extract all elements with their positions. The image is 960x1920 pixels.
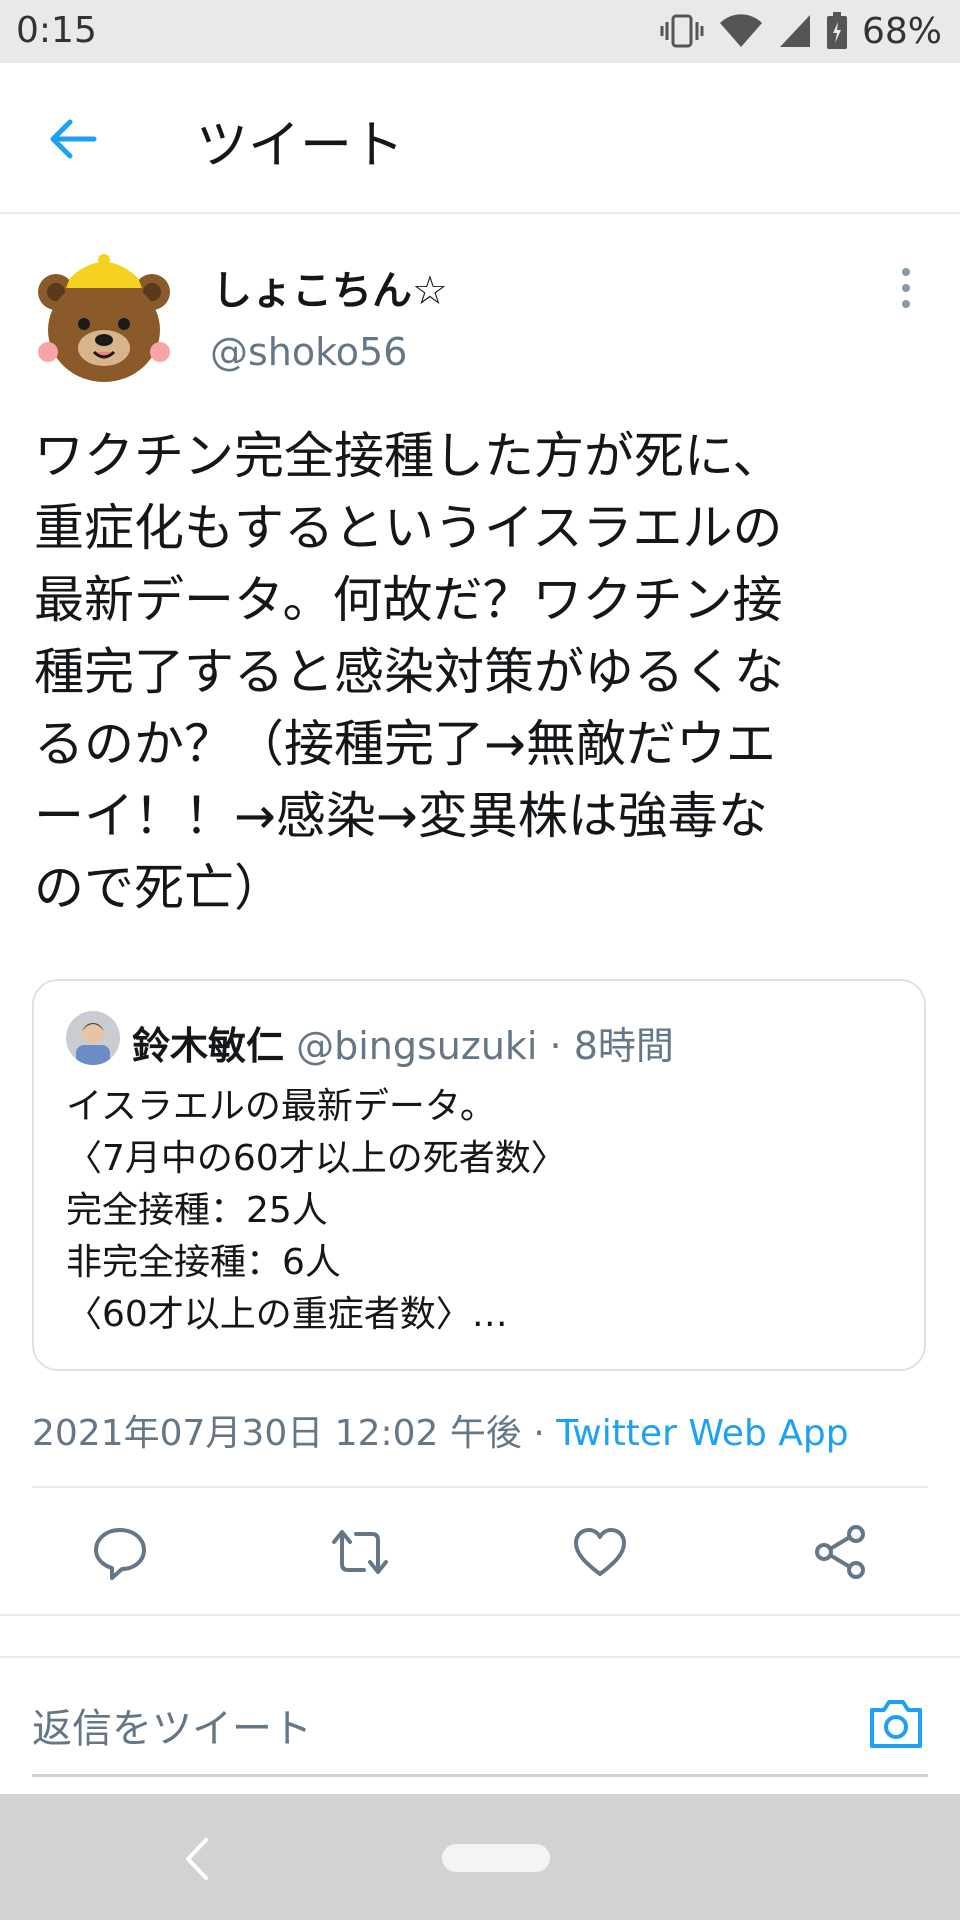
- tweet-actions: [0, 1490, 960, 1610]
- metadata-separator: ·: [521, 1413, 557, 1454]
- divider: [32, 1486, 928, 1488]
- tweet-text: ワクチン完全接種した方が死に、 重症化もするというイスラエルの 最新データ。何故…: [34, 427, 784, 917]
- page-title: ツイート: [196, 116, 405, 176]
- quoted-author-handle: @bingsuzuki: [296, 1024, 538, 1068]
- wifi-icon: [719, 14, 762, 47]
- quoted-tweet-card[interactable]: 鈴木敏仁 @bingsuzuki · 8時間 イスラエルの最新データ。 〈7月中…: [32, 979, 926, 1371]
- share-icon[interactable]: [810, 1522, 870, 1582]
- battery-icon: [826, 12, 847, 49]
- system-navigation-bar: [0, 1794, 960, 1920]
- divider: [0, 1614, 960, 1616]
- quoted-tweet-text: イスラエルの最新データ。 〈7月中の60才以上の死者数〉 完全接種：25人 非完…: [66, 1086, 567, 1335]
- status-bar: 0:15 68%: [0, 0, 960, 63]
- header: ツイート: [0, 63, 960, 214]
- quoted-time: 8時間: [573, 1024, 674, 1068]
- author-avatar[interactable]: [34, 248, 174, 388]
- signal-icon: [779, 15, 810, 47]
- camera-icon[interactable]: [866, 1694, 926, 1752]
- source-app-link[interactable]: Twitter Web App: [556, 1413, 848, 1454]
- quoted-author-name: 鈴木敏仁: [132, 1024, 285, 1068]
- vibrate-icon: [660, 14, 704, 48]
- like-heart-icon[interactable]: [570, 1522, 630, 1582]
- author-handle[interactable]: @shoko56: [210, 330, 407, 374]
- retweet-icon[interactable]: [330, 1522, 390, 1582]
- nav-home-pill[interactable]: [442, 1844, 550, 1872]
- quoted-author-avatar: [66, 1011, 120, 1065]
- tweet-metadata: 2021年07月30日 12:02 午後 · Twitter Web App: [32, 1404, 849, 1456]
- author-display-name[interactable]: しょこちん☆: [212, 258, 448, 316]
- quoted-separator: ·: [537, 1024, 574, 1068]
- reply-icon[interactable]: [90, 1522, 150, 1582]
- back-arrow-icon[interactable]: [44, 111, 100, 167]
- quoted-tweet-header: 鈴木敏仁 @bingsuzuki · 8時間: [132, 1015, 674, 1070]
- divider: [0, 1656, 960, 1658]
- nav-back-icon[interactable]: [182, 1836, 212, 1882]
- battery-percent: 68%: [861, 10, 942, 52]
- reply-input-underline: [32, 1774, 928, 1777]
- tweet-timestamp: 2021年07月30日 12:02 午後: [32, 1413, 522, 1454]
- status-time: 0:15: [16, 10, 97, 51]
- reply-input[interactable]: 返信をツイート: [32, 1696, 312, 1754]
- status-icons: 68%: [660, 9, 942, 53]
- more-options-icon[interactable]: [892, 266, 920, 312]
